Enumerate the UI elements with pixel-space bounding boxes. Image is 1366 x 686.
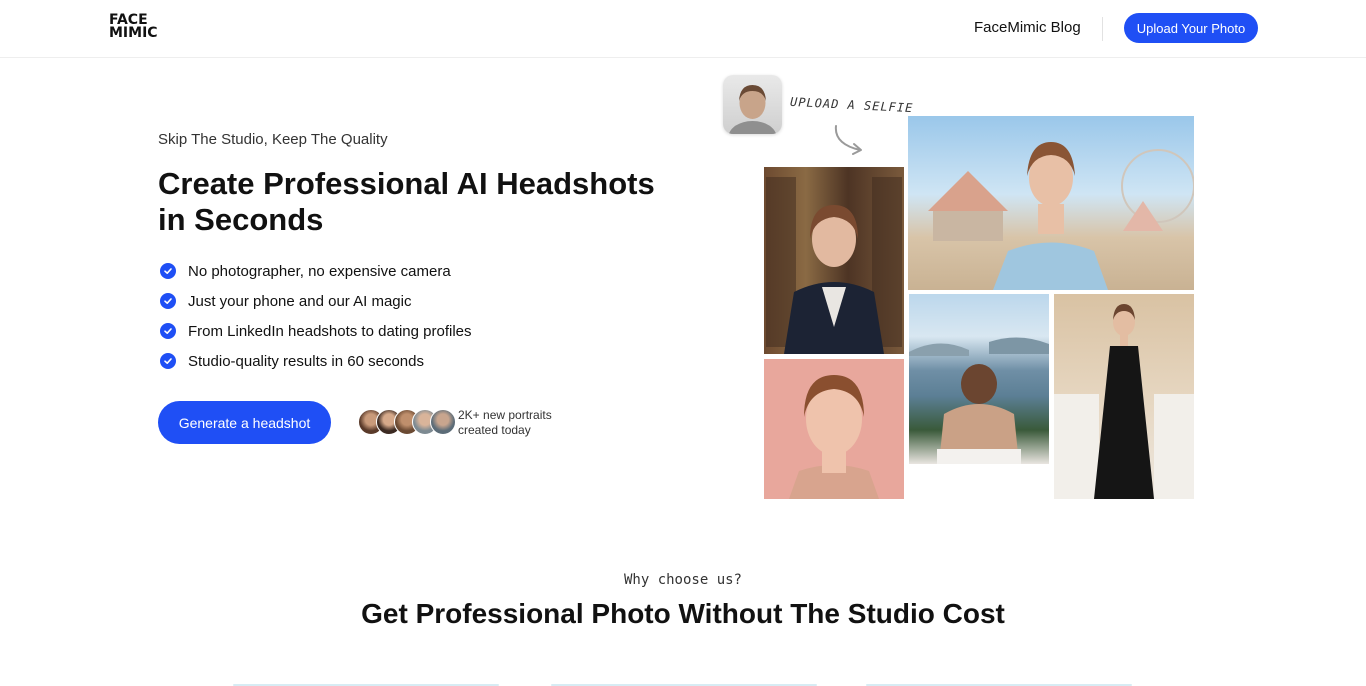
check-circle-icon [160, 293, 176, 309]
feature-item: Studio-quality results in 60 seconds [160, 346, 472, 376]
site-header: FACE MIMIC FaceMimic Blog Upload Your Ph… [0, 0, 1366, 58]
nav-divider [1102, 17, 1103, 41]
upload-selfie-label: UPLOAD A SELFIE [789, 94, 914, 116]
feature-text: Studio-quality results in 60 seconds [188, 352, 424, 370]
avatar [430, 409, 456, 435]
section-title: Get Professional Photo Without The Studi… [361, 598, 1005, 629]
portraits-count-text: 2K+ new portraits created today [458, 408, 552, 438]
feature-text: No photographer, no expensive camera [188, 262, 451, 280]
curved-arrow-icon [834, 125, 862, 155]
blog-link[interactable]: FaceMimic Blog [974, 19, 1081, 36]
portraits-line-2: created today [458, 423, 531, 437]
generate-headshot-button[interactable]: Generate a headshot [158, 401, 331, 444]
feature-text: Just your phone and our AI magic [188, 292, 412, 310]
section-eyebrow: Why choose us? [623, 572, 742, 588]
logo-line-2: MIMIC [109, 25, 158, 41]
pink-backdrop-portrait-photo [764, 359, 904, 499]
hero-tagline: Skip The Studio, Keep The Quality [158, 131, 388, 148]
seaside-balcony-photo [909, 294, 1049, 464]
check-circle-icon [160, 323, 176, 339]
hero-headline: Create Professional AI Headshots in Seco… [158, 166, 655, 237]
upload-photo-button[interactable]: Upload Your Photo [1124, 13, 1258, 43]
feature-item: From LinkedIn headshots to dating profil… [160, 316, 472, 346]
bedroom-black-dress-photo [1054, 294, 1194, 499]
check-circle-icon [160, 353, 176, 369]
feature-text: From LinkedIn headshots to dating profil… [188, 322, 472, 340]
feature-item: No photographer, no expensive camera [160, 256, 472, 286]
check-circle-icon [160, 263, 176, 279]
portraits-line-1: 2K+ new portraits [458, 408, 552, 422]
selfie-thumbnail [723, 75, 782, 134]
feature-item: Just your phone and our AI magic [160, 286, 472, 316]
facemimic-logo[interactable]: FACE MIMIC [109, 13, 158, 41]
avatar-stack [358, 409, 456, 435]
feature-list: No photographer, no expensive camera Jus… [160, 256, 472, 376]
carnival-portrait-photo [908, 116, 1194, 290]
office-portrait-photo [764, 167, 904, 354]
